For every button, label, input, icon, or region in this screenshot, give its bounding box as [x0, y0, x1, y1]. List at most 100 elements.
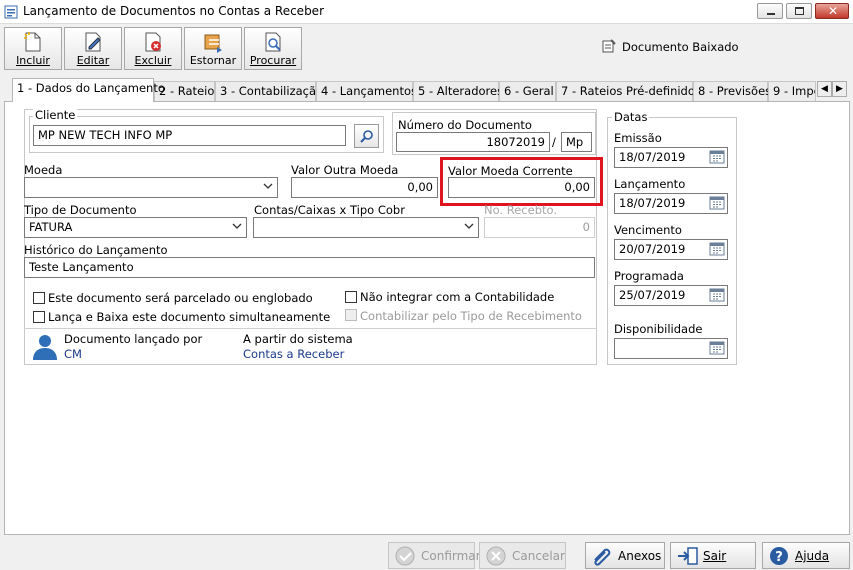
contabilizar-checkbox [345, 309, 357, 321]
title-bar: Lançamento de Documentos no Contas a Rec… [0, 0, 853, 24]
tab-label: 4 - Lançamentos [321, 84, 417, 98]
cliente-label: Cliente [33, 108, 78, 122]
close-icon: ✕ [828, 4, 839, 18]
incluir-button[interactable]: Incluir [4, 27, 62, 70]
parcelado-checkbox[interactable] [33, 292, 45, 304]
programada-label: Programada [614, 269, 684, 283]
lancamento-date-input[interactable]: 18/07/2019 [614, 193, 728, 214]
historico-label: Histórico do Lançamento [24, 243, 168, 257]
tab-impc[interactable]: 9 - Impc [768, 81, 816, 101]
tab-label: 1 - Dados do Lançamento [17, 81, 165, 95]
moeda-label: Moeda [24, 163, 63, 177]
confirmar-label: Confirmar [421, 549, 481, 563]
numero-label: Número do Documento [398, 118, 532, 132]
calendar-icon[interactable] [709, 150, 725, 164]
nao-integrar-checkbox[interactable] [345, 291, 357, 303]
sair-button[interactable]: Sair [670, 542, 756, 569]
editar-button[interactable]: Editar [64, 27, 122, 70]
window-title: Lançamento de Documentos no Contas a Rec… [23, 4, 325, 18]
chevron-down-icon [263, 183, 273, 189]
tab-scroll-right-button[interactable]: ▶ [832, 81, 847, 97]
valor-corrente-input[interactable]: 0,00 [448, 177, 595, 198]
tab-rateios-predefinidos[interactable]: 7 - Rateios Pré-definidos [556, 81, 701, 101]
ajuda-label: Ajuda [795, 549, 830, 563]
editar-label: Editar [76, 54, 110, 67]
confirmar-button[interactable]: Confirmar [388, 542, 481, 569]
tab-label: 8 - Previsões [698, 84, 772, 98]
delete-document-icon [145, 32, 161, 52]
tab-scroll-left-button[interactable]: ◀ [817, 81, 832, 97]
excluir-button[interactable]: Excluir [124, 27, 182, 70]
status-text: Documento Baixado [622, 40, 739, 54]
vencimento-value: 20/07/2019 [619, 242, 686, 256]
tab-label: 3 - Contabilização [220, 84, 324, 98]
procurar-button[interactable]: Procurar [244, 27, 302, 70]
cliente-search-button[interactable] [354, 124, 379, 148]
calendar-icon[interactable] [709, 288, 725, 302]
svg-text:?: ? [775, 550, 783, 565]
vencimento-label: Vencimento [614, 223, 682, 237]
maximize-button[interactable] [786, 3, 812, 19]
tab-lancamentos[interactable]: 4 - Lançamentos [316, 81, 417, 101]
contabilizar-label: Contabilizar pelo Tipo de Recebimento [360, 309, 582, 323]
search-document-icon [265, 32, 281, 52]
programada-date-input[interactable]: 25/07/2019 [614, 285, 728, 306]
tipo-doc-select[interactable]: FATURA [24, 217, 247, 238]
calendar-icon[interactable] [709, 341, 725, 355]
paperclip-icon [594, 548, 611, 566]
numero-suffix-input[interactable]: Mp [561, 132, 592, 152]
edit-document-icon [85, 32, 101, 52]
tab-alteradores[interactable]: 5 - Alteradores [413, 81, 503, 101]
lanca-baixa-label: Lança e Baixa este documento simultaneam… [48, 310, 331, 324]
nao-integrar-label: Não integrar com a Contabilidade [360, 290, 555, 304]
valor-outra-label: Valor Outra Moeda [291, 163, 399, 177]
chevron-down-icon [464, 223, 474, 229]
disponibilidade-date-input[interactable] [614, 338, 728, 359]
help-icon: ? [770, 547, 788, 565]
app-icon [4, 5, 18, 19]
cancel-icon [486, 546, 506, 566]
calendar-icon[interactable] [709, 242, 725, 256]
tab-dados-lancamento[interactable]: 1 - Dados do Lançamento [12, 78, 165, 102]
lancamento-value: 18/07/2019 [619, 196, 686, 210]
lanca-baixa-checkbox[interactable] [33, 311, 45, 323]
contas-select[interactable] [253, 217, 479, 238]
tab-label: 5 - Alteradores [418, 84, 504, 98]
tab-previsoes[interactable]: 8 - Previsões [693, 81, 772, 101]
lancado-por-value: CM [64, 347, 82, 361]
cancelar-button[interactable]: Cancelar [479, 542, 566, 569]
vencimento-date-input[interactable]: 20/07/2019 [614, 239, 728, 260]
estornar-button[interactable]: Estornar [184, 27, 242, 70]
cliente-input[interactable]: MP NEW TECH INFO MP [33, 125, 346, 146]
incluir-label: Incluir [16, 54, 50, 67]
lancamento-label: Lançamento [614, 177, 686, 191]
valor-outra-input[interactable]: 0,00 [291, 177, 438, 198]
sair-label: Sair [703, 549, 727, 563]
document-paid-icon [602, 39, 616, 53]
divider [24, 328, 597, 329]
emissao-date-input[interactable]: 18/07/2019 [614, 147, 728, 168]
tab-label: 7 - Rateios Pré-definidos [561, 84, 701, 98]
check-icon [395, 546, 415, 566]
moeda-select[interactable] [24, 177, 278, 198]
datas-title: Datas [612, 110, 650, 124]
tab-geral[interactable]: 6 - Geral [499, 81, 556, 101]
ajuda-button[interactable]: ? Ajuda [762, 542, 850, 569]
tab-label: 9 - Impc [773, 84, 816, 98]
lancado-por-label: Documento lançado por [64, 332, 203, 346]
calendar-icon[interactable] [709, 196, 725, 210]
historico-input[interactable]: Teste Lançamento [24, 257, 595, 278]
tab-contabilizacao[interactable]: 3 - Contabilização [215, 81, 323, 101]
contas-label: Contas/Caixas x Tipo Cobr [254, 203, 405, 217]
excluir-label: Excluir [134, 54, 172, 67]
tab-label: 6 - Geral [504, 84, 554, 98]
close-button[interactable]: ✕ [815, 3, 849, 19]
minimize-button[interactable] [757, 3, 783, 19]
tipo-doc-label: Tipo de Documento [24, 203, 137, 217]
programada-value: 25/07/2019 [619, 288, 686, 302]
anexos-button[interactable]: Anexos [585, 542, 665, 569]
user-icon [33, 335, 57, 360]
tipo-doc-value: FATURA [29, 220, 73, 234]
valor-corrente-label: Valor Moeda Corrente [448, 164, 573, 178]
numero-input[interactable]: 18072019 [396, 132, 550, 152]
